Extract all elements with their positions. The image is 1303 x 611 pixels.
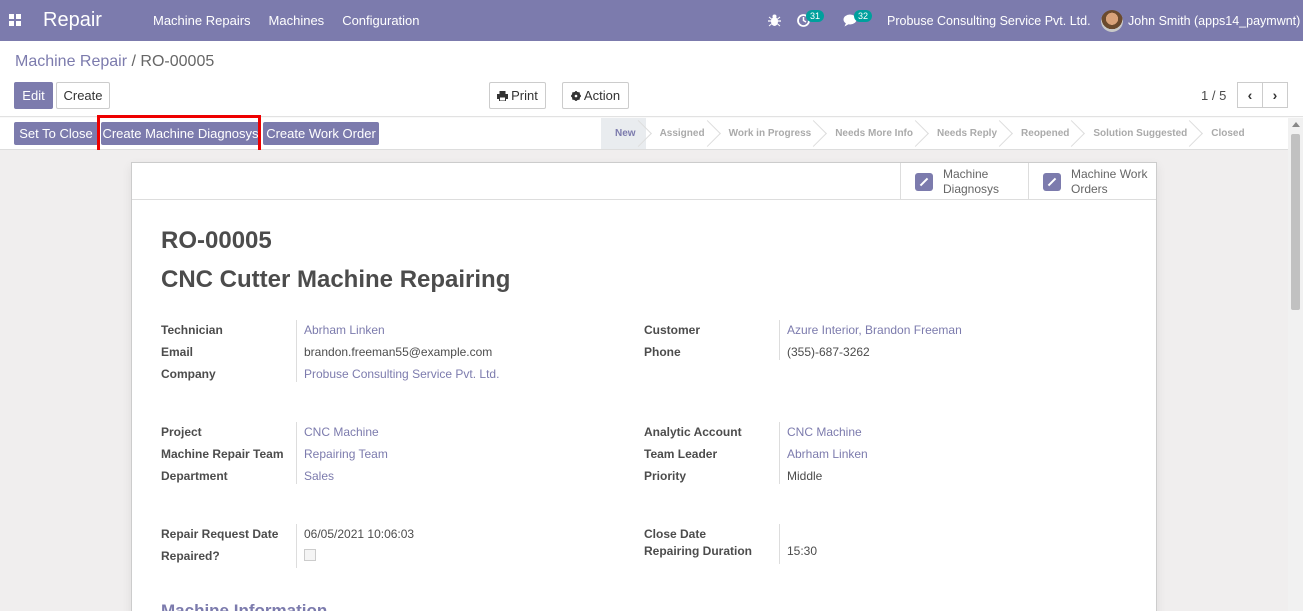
priority-label: Priority xyxy=(644,469,687,483)
user-avatar xyxy=(1101,9,1123,32)
edit-icon xyxy=(915,172,933,191)
action-button[interactable]: Action xyxy=(562,82,629,109)
action-label: Action xyxy=(583,88,621,103)
smart-button-label: Orders xyxy=(1071,181,1108,196)
field-separator xyxy=(296,422,297,484)
record-reference: RO-00005 xyxy=(161,227,272,254)
project-value[interactable]: CNC Machine xyxy=(304,425,379,439)
technician-value[interactable]: Abrham Linken xyxy=(304,323,385,337)
menu-machine-repairs[interactable]: Machine Repairs xyxy=(144,0,260,41)
print-button[interactable]: Print xyxy=(489,82,546,109)
repaired-label: Repaired? xyxy=(161,549,220,563)
field-separator xyxy=(779,524,780,564)
team-leader-value[interactable]: Abrham Linken xyxy=(787,447,868,461)
scroll-up-icon[interactable] xyxy=(1292,122,1300,127)
stage-assigned[interactable]: Assigned xyxy=(646,118,715,149)
repair-request-date-label: Repair Request Date xyxy=(161,527,279,541)
menu-machines[interactable]: Machines xyxy=(260,0,334,41)
phone-label: Phone xyxy=(644,345,681,359)
stage-pipeline: New Assigned Work in Progress Needs More… xyxy=(601,118,1255,149)
company-switcher[interactable]: Probuse Consulting Service Pvt. Ltd. xyxy=(887,0,1091,41)
smart-button-label: Machine Work xyxy=(1071,166,1148,181)
team-leader-label: Team Leader xyxy=(644,447,718,461)
main-menu: Machine Repairs Machines Configuration xyxy=(144,0,429,41)
stage-reopened[interactable]: Reopened xyxy=(1007,118,1079,149)
smart-button-label: Machine xyxy=(943,166,989,181)
stage-work-in-progress[interactable]: Work in Progress xyxy=(715,118,822,149)
record-title[interactable]: CNC Cutter Machine Repairing xyxy=(161,266,510,294)
field-separator xyxy=(779,422,780,484)
app-name: Repair xyxy=(43,9,102,31)
stage-needs-more-info[interactable]: Needs More Info xyxy=(821,118,923,149)
messages-badge: 32 xyxy=(854,9,873,22)
breadcrumb: Machine Repair / RO-00005 xyxy=(15,53,214,71)
breadcrumb-current: RO-00005 xyxy=(140,53,215,70)
department-value[interactable]: Sales xyxy=(304,469,334,483)
close-date-label: Close Date xyxy=(644,527,707,541)
department-label: Department xyxy=(161,469,228,483)
repair-team-value[interactable]: Repairing Team xyxy=(304,447,388,461)
technician-label: Technician xyxy=(161,323,223,337)
stage-needs-reply[interactable]: Needs Reply xyxy=(923,118,1007,149)
set-to-close-button[interactable]: Set To Close xyxy=(14,122,98,145)
edit-icon xyxy=(1043,172,1061,191)
repaired-checkbox[interactable] xyxy=(304,549,316,561)
print-icon xyxy=(497,90,509,101)
debug-icon[interactable] xyxy=(768,0,781,41)
gear-icon xyxy=(570,90,581,101)
stage-solution-suggested[interactable]: Solution Suggested xyxy=(1079,118,1197,149)
customer-label: Customer xyxy=(644,323,701,337)
user-name: John Smith (apps14_paymwnt) xyxy=(1128,13,1301,28)
create-button[interactable]: Create xyxy=(56,82,110,109)
repairing-duration-value[interactable]: 15:30 xyxy=(787,544,817,558)
project-label: Project xyxy=(161,425,202,439)
stage-closed[interactable]: Closed xyxy=(1197,118,1254,149)
analytic-account-value[interactable]: CNC Machine xyxy=(787,425,862,439)
vertical-scrollbar[interactable] xyxy=(1288,118,1303,611)
email-label: Email xyxy=(161,345,194,359)
field-separator xyxy=(296,320,297,382)
company-label: Company xyxy=(161,367,216,381)
repair-request-date-value[interactable]: 06/05/2021 10:06:03 xyxy=(304,527,414,541)
smart-button-label: Diagnosys xyxy=(943,181,1000,196)
breadcrumb-parent[interactable]: Machine Repair xyxy=(15,53,127,70)
top-navbar: Repair Machine Repairs Machines Configur… xyxy=(0,0,1303,41)
create-work-order-button[interactable]: Create Work Order xyxy=(263,122,379,145)
form-content: Machine Diagnosys Machine Work Orders RO… xyxy=(0,150,1288,611)
machine-information-title: Machine Information xyxy=(161,601,328,611)
stage-new[interactable]: New xyxy=(601,118,646,149)
machine-diagnosys-smart-button[interactable]: Machine Diagnosys xyxy=(900,163,1028,200)
repair-team-label: Machine Repair Team xyxy=(161,447,284,461)
activity-button[interactable]: 31 xyxy=(797,0,825,41)
control-panel: Machine Repair / RO-00005 Edit Create Pr… xyxy=(0,41,1303,117)
user-menu[interactable]: John Smith (apps14_paymwnt) xyxy=(1101,0,1300,41)
pager-previous-button[interactable]: ‹ xyxy=(1237,82,1263,108)
customer-value[interactable]: Azure Interior, Brandon Freeman xyxy=(787,323,962,337)
menu-configuration[interactable]: Configuration xyxy=(333,0,428,41)
scrollbar-thumb[interactable] xyxy=(1291,134,1300,310)
company-value[interactable]: Probuse Consulting Service Pvt. Ltd. xyxy=(304,367,499,381)
email-value[interactable]: brandon.freeman55@example.com xyxy=(304,345,492,359)
messages-button[interactable]: 32 xyxy=(843,0,873,41)
form-sheet: Machine Diagnosys Machine Work Orders RO… xyxy=(131,162,1157,611)
analytic-account-label: Analytic Account xyxy=(644,425,742,439)
pager-value[interactable]: 1 / 5 xyxy=(1201,88,1226,103)
chevron-left-icon: ‹ xyxy=(1247,87,1253,103)
breadcrumb-separator: / xyxy=(131,53,136,70)
repairing-duration-label: Repairing Duration xyxy=(644,544,753,558)
edit-button[interactable]: Edit xyxy=(14,82,53,109)
activity-badge: 31 xyxy=(806,9,825,22)
field-separator xyxy=(296,524,297,568)
pager-next-button[interactable]: › xyxy=(1262,82,1288,108)
smart-button-box: Machine Diagnosys Machine Work Orders xyxy=(132,163,1156,200)
chevron-right-icon: › xyxy=(1272,87,1278,103)
apps-menu-icon[interactable] xyxy=(9,14,21,26)
priority-value[interactable]: Middle xyxy=(787,469,822,483)
print-label: Print xyxy=(511,88,538,103)
phone-value[interactable]: (355)-687-3262 xyxy=(787,345,870,359)
field-separator xyxy=(779,320,780,360)
machine-work-orders-smart-button[interactable]: Machine Work Orders xyxy=(1028,163,1156,200)
